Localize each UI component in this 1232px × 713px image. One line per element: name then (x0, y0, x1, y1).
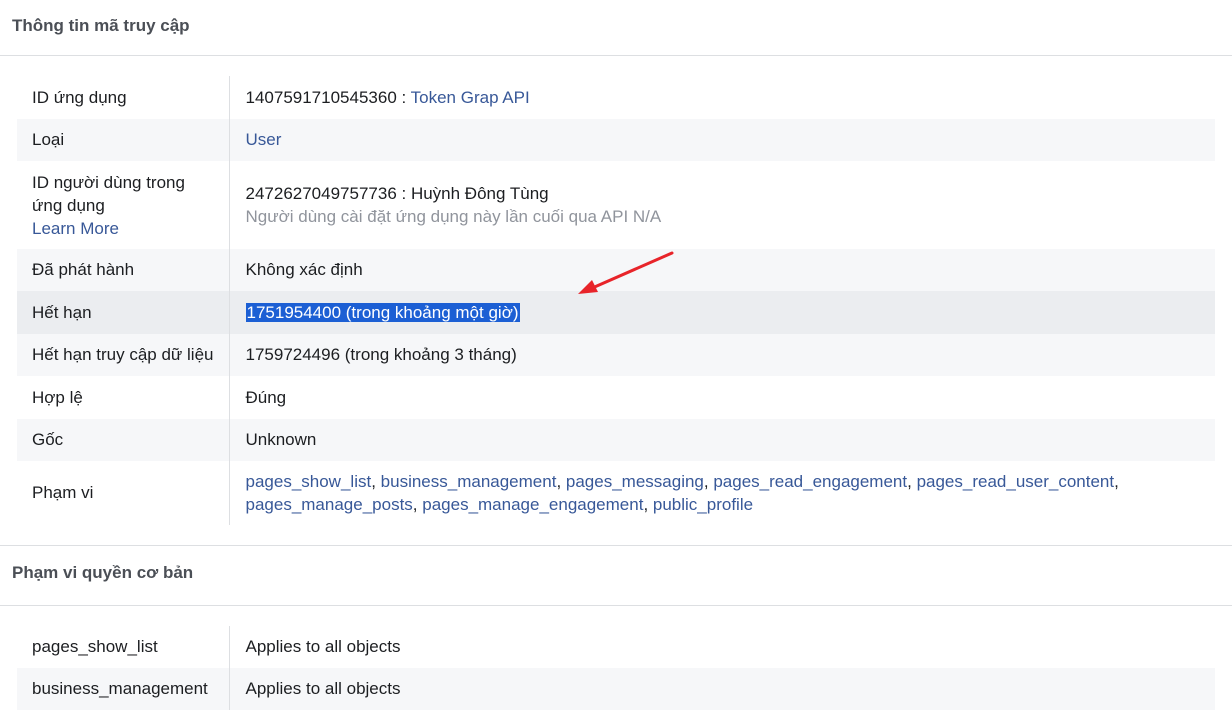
basic-scope-name: business_management (17, 668, 230, 710)
label-app-id: ID ứng dụng (17, 76, 230, 119)
basic-scope-row: business_management Applies to all objec… (17, 668, 1215, 710)
label-data-access-expires: Hết hạn truy cập dữ liệu (17, 334, 230, 376)
scope-link[interactable]: pages_read_engagement (713, 472, 907, 491)
label-issued: Đã phát hành (17, 249, 230, 291)
value-type[interactable]: User (229, 119, 1215, 161)
app-name-link[interactable]: Token Grap API (411, 88, 530, 107)
value-valid: Đúng (245, 387, 287, 407)
value-app-id: 1407591710545360 : Token Grap API (229, 76, 1215, 119)
scope-link[interactable]: pages_messaging (566, 472, 704, 491)
row-user-id: ID người dùng trong ứng dụng Learn More … (17, 161, 1215, 249)
basic-scope-target: Applies to all objects (245, 637, 401, 656)
label-user-id: ID người dùng trong ứng dụng Learn More (17, 161, 230, 249)
user-id-subtext: Người dùng cài đặt ứng dụng này lần cuối… (245, 207, 662, 226)
label-type: Loại (17, 119, 230, 161)
value-origin: Unknown (229, 419, 1215, 461)
row-data-access-expires: Hết hạn truy cập dữ liệu 1759724496 (tro… (17, 334, 1215, 376)
label-expires: Hết hạn (17, 291, 230, 334)
value-issued: Không xác định (229, 249, 1215, 291)
value-scopes: pages_show_list, business_management, pa… (245, 472, 1119, 514)
row-type: Loại User (17, 119, 1215, 161)
user-id-label-line2: ứng dụng (32, 195, 105, 215)
row-scopes: Phạm vi pages_show_list, business_manage… (17, 461, 1215, 525)
scope-link[interactable]: business_management (381, 472, 557, 491)
access-token-section-header: Thông tin mã truy cập (0, 0, 1232, 56)
basic-scopes-table: pages_show_list Applies to all objects b… (17, 626, 1215, 710)
basic-scope-name: pages_show_list (17, 626, 230, 668)
expires-selected-text[interactable]: 1751954400 (trong khoảng một giờ) (245, 302, 520, 322)
scope-link[interactable]: pages_manage_engagement (422, 495, 643, 514)
label-valid: Hợp lệ (17, 376, 230, 419)
scope-link[interactable]: public_profile (653, 495, 753, 514)
row-origin: Gốc Unknown (17, 419, 1215, 461)
basic-scope-target: Applies to all objects (229, 668, 1215, 710)
basic-scopes-section-header: Phạm vi quyền cơ bản (0, 546, 1232, 606)
arrow-head (578, 280, 598, 294)
value-user-id: 2472627049757736 : Huỳnh Đông Tùng Người… (229, 161, 1215, 249)
user-id-value: 2472627049757736 : Huỳnh Đông Tùng (245, 184, 549, 203)
type-link[interactable]: User (246, 130, 282, 149)
label-origin: Gốc (17, 419, 230, 461)
scope-link[interactable]: pages_show_list (246, 472, 372, 491)
user-id-label-line1: ID người dùng trong (32, 172, 185, 192)
learn-more-link[interactable]: Learn More (32, 219, 119, 238)
app-id-number: 1407591710545360 : (245, 87, 411, 107)
basic-scope-row: pages_show_list Applies to all objects (17, 626, 1215, 668)
access-token-info-table: ID ứng dụng 1407591710545360 : Token Gra… (17, 76, 1215, 525)
arrow-shaft (588, 251, 674, 291)
value-expires[interactable]: 1751954400 (trong khoảng một giờ) (229, 291, 1215, 334)
red-arrow-annotation (578, 251, 674, 294)
scope-link[interactable]: pages_manage_posts (246, 495, 413, 514)
scope-link[interactable]: pages_read_user_content (917, 472, 1115, 491)
label-scopes: Phạm vi (17, 461, 230, 525)
row-valid: Hợp lệ Đúng (17, 376, 1215, 419)
row-app-id: ID ứng dụng 1407591710545360 : Token Gra… (17, 76, 1215, 119)
value-data-access-expires: 1759724496 (trong khoảng 3 tháng) (229, 334, 1215, 376)
